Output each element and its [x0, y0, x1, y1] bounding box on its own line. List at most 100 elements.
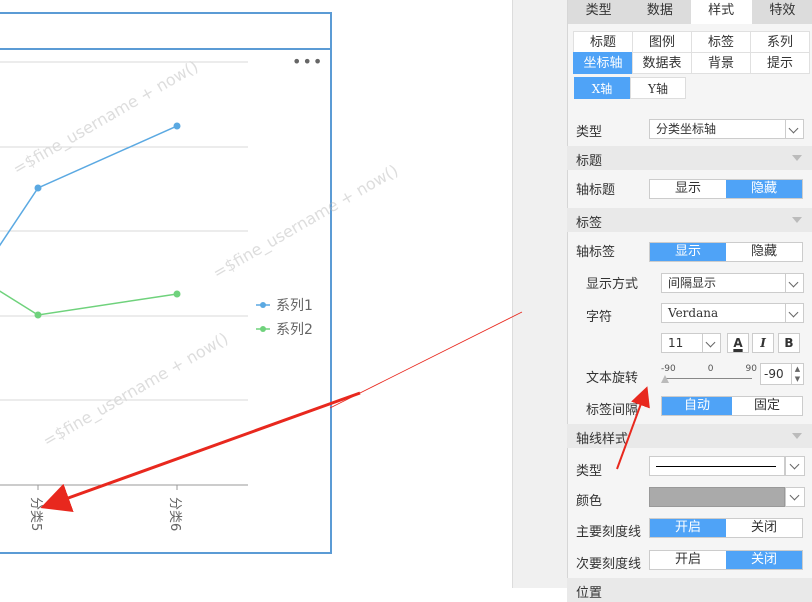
section-title-label: 标题	[576, 154, 603, 169]
tab-style[interactable]: 样式	[690, 0, 752, 24]
legend-label-1: 系列1	[276, 298, 313, 314]
minor-tick-off-option[interactable]: 关闭	[726, 551, 802, 569]
text-rotate-label: 文本旋转	[586, 371, 639, 386]
major-tick-toggle: 开启 关闭	[649, 518, 803, 538]
series-1-point-1	[34, 184, 42, 192]
chevron-down-icon[interactable]	[785, 456, 805, 476]
slider-scale: -90 0 90	[661, 364, 757, 374]
chevron-down-icon	[785, 304, 803, 322]
section-position-header[interactable]: 位置	[567, 578, 812, 602]
chart-gridlines	[0, 61, 248, 401]
major-tick-label: 主要刻度线	[576, 525, 642, 540]
subtab-title[interactable]: 标题	[573, 31, 633, 53]
spin-up-icon[interactable]: ▲	[792, 364, 803, 374]
slider-min-label: -90	[661, 364, 676, 374]
chevron-down-icon	[785, 120, 803, 138]
spin-down-icon[interactable]: ▼	[792, 374, 803, 384]
major-tick-off-option[interactable]: 关闭	[726, 519, 802, 537]
interval-auto-option[interactable]: 自动	[662, 397, 732, 415]
spinner-buttons[interactable]: ▲ ▼	[791, 364, 803, 384]
axis-label-show-option[interactable]: 显示	[650, 243, 726, 261]
minor-tick-on-option[interactable]: 开启	[650, 551, 726, 569]
rotate-value: -90	[764, 367, 784, 381]
series-1-point-2	[173, 122, 181, 130]
legend-marker-1	[260, 302, 266, 308]
chevron-down-icon	[702, 334, 720, 352]
axis-tab-switch: X轴 Y轴	[574, 77, 686, 99]
legend: 系列1 系列2	[256, 298, 313, 338]
collapse-arrow-icon	[792, 155, 802, 161]
collapse-arrow-icon	[792, 217, 802, 223]
font-label: 字符	[586, 310, 613, 325]
collapse-arrow-icon	[792, 433, 802, 439]
axis-title-hide-option[interactable]: 隐藏	[726, 180, 802, 198]
axis-title-toggle: 显示 隐藏	[649, 179, 803, 199]
subtab-series[interactable]: 系列	[750, 31, 810, 53]
font-family-select[interactable]: Verdana	[661, 303, 804, 323]
axis-type-label: 类型	[576, 125, 603, 140]
axis-label-label: 轴标签	[576, 245, 616, 260]
subtab-tooltip[interactable]: 提示	[750, 52, 810, 74]
tab-data[interactable]: 数据	[629, 0, 690, 24]
slider-max-label: 90	[745, 364, 757, 374]
chart-preview-area: ••• =$fine_username + now() =$fine_usern…	[0, 0, 512, 588]
axis-type-select[interactable]: 分类坐标轴	[649, 119, 804, 139]
major-tick-on-option[interactable]: 开启	[650, 519, 726, 537]
axis-title-show-option[interactable]: 显示	[650, 180, 726, 198]
section-position-label: 位置	[576, 586, 603, 601]
label-interval-toggle: 自动 固定	[661, 396, 803, 416]
slider-thumb-handle[interactable]	[661, 375, 669, 383]
chevron-down-icon	[785, 274, 803, 292]
series-2-point-1	[34, 311, 42, 319]
rotate-value-spinner[interactable]: -90 ▲ ▼	[760, 363, 804, 385]
interval-fixed-option[interactable]: 固定	[732, 397, 802, 415]
minor-tick-toggle: 开启 关闭	[649, 550, 803, 570]
panel-divider-strip	[512, 0, 567, 588]
section-line-style-label: 轴线样式	[576, 432, 629, 447]
axis-title-label: 轴标题	[576, 183, 616, 198]
subtab-legend[interactable]: 图例	[632, 31, 692, 53]
line-color-label: 颜色	[576, 494, 603, 509]
axis-label-hide-option[interactable]: 隐藏	[726, 243, 802, 261]
legend-label-2: 系列2	[276, 322, 313, 338]
subtab-datasheet[interactable]: 数据表	[632, 52, 692, 74]
label-interval-label: 标签间隔	[586, 403, 639, 418]
subtab-label[interactable]: 标签	[691, 31, 751, 53]
tab-type[interactable]: 类型	[568, 0, 629, 24]
legend-marker-2	[260, 326, 266, 332]
tab-y-axis[interactable]: Y轴	[630, 77, 686, 99]
series-2-point-2	[173, 290, 181, 298]
x-tick-label-1: 分类5	[28, 497, 43, 531]
line-type-select[interactable]	[649, 456, 785, 476]
line-chart: 分类5 分类6 系列1 系列2	[0, 61, 313, 531]
line-color-swatch[interactable]	[649, 487, 785, 507]
top-tab-bar: 类型 数据 样式 特效	[568, 0, 812, 24]
font-color-button[interactable]: A	[727, 333, 749, 353]
display-mode-label: 显示方式	[586, 277, 639, 292]
section-label-header[interactable]: 标签	[567, 208, 812, 232]
slider-mid-label: 0	[707, 364, 714, 374]
axis-type-value: 分类坐标轴	[656, 122, 717, 136]
tab-x-axis[interactable]: X轴	[574, 77, 630, 99]
tab-effects[interactable]: 特效	[752, 0, 812, 24]
display-mode-select[interactable]: 间隔显示	[661, 273, 804, 293]
series-1-line	[0, 125, 178, 247]
rotate-slider[interactable]: -90 0 90	[661, 364, 757, 384]
bold-button[interactable]: B	[778, 333, 800, 353]
subtab-background[interactable]: 背景	[691, 52, 751, 74]
italic-button[interactable]: I	[752, 333, 774, 353]
x-tick-label-2: 分类6	[167, 497, 182, 531]
section-label-label: 标签	[576, 216, 603, 231]
chevron-down-icon[interactable]	[785, 487, 805, 507]
font-family-value: Verdana	[668, 306, 719, 320]
section-line-style-header[interactable]: 轴线样式	[567, 424, 812, 448]
display-mode-value: 间隔显示	[668, 276, 717, 290]
minor-tick-label: 次要刻度线	[576, 557, 642, 572]
series-2-line	[0, 290, 178, 316]
line-type-label: 类型	[576, 464, 603, 479]
font-size-select[interactable]: 11	[661, 333, 721, 353]
axis-label-toggle: 显示 隐藏	[649, 242, 803, 262]
section-title-header[interactable]: 标题	[567, 146, 812, 170]
slider-track[interactable]	[664, 378, 752, 379]
subtab-axis[interactable]: 坐标轴	[573, 52, 633, 74]
